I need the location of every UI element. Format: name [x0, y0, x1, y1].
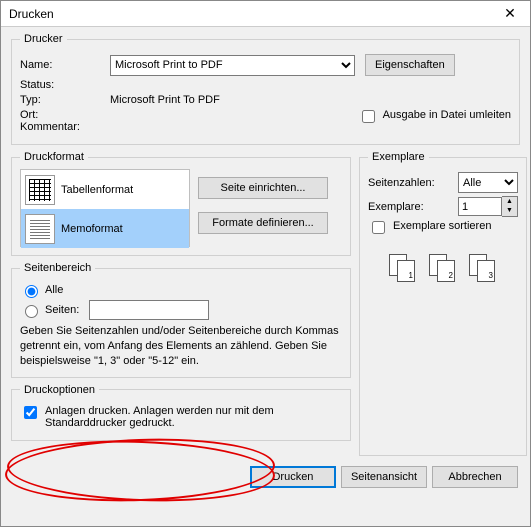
copies-group: Exemplare Seitenzahlen: Alle Exemplare: … [359, 151, 527, 456]
define-formats-button[interactable]: Formate definieren... [198, 212, 328, 234]
print-attachments-label: Anlagen drucken. Anlagen werden nur mit … [45, 405, 335, 429]
close-button[interactable]: ✕ [490, 1, 530, 27]
printer-group: Drucker Name: Microsoft Print to PDF Eig… [11, 33, 520, 145]
spin-down-button[interactable]: ▼ [502, 207, 517, 217]
print-options-group: Druckoptionen Anlagen drucken. Anlagen w… [11, 384, 351, 441]
spin-up-button[interactable]: ▲ [502, 197, 517, 207]
close-icon: ✕ [504, 5, 516, 22]
footer-buttons: Drucken Seitenansicht Abbrechen [11, 462, 520, 488]
page-range-hint: Geben Sie Seitenzahlen und/oder Seitenbe… [20, 324, 342, 369]
all-radio[interactable] [25, 285, 38, 298]
pages-label: Seitenzahlen: [368, 177, 458, 189]
titlebar: Drucken ✕ [1, 1, 530, 27]
comment-label: Kommentar: [20, 121, 110, 133]
copies-label: Exemplare: [368, 201, 458, 213]
pages-radio[interactable] [25, 305, 38, 318]
status-label: Status: [20, 79, 110, 91]
print-attachments-checkbox[interactable] [24, 406, 37, 419]
page-range-legend: Seitenbereich [20, 262, 95, 274]
type-value: Microsoft Print To PDF [110, 94, 220, 106]
print-dialog: Drucken ✕ Drucker Name: Microsoft Print … [0, 0, 531, 527]
name-label: Name: [20, 59, 110, 71]
options-legend: Druckoptionen [20, 384, 99, 396]
copies-input[interactable] [458, 197, 502, 216]
printer-select[interactable]: Microsoft Print to PDF [110, 55, 355, 76]
print-format-group: Druckformat Tabellenformat Memoformat [11, 151, 351, 256]
cancel-button[interactable]: Abbrechen [432, 466, 518, 488]
collate-label: Exemplare sortieren [393, 220, 491, 232]
printer-legend: Drucker [20, 33, 67, 45]
format-item-label: Tabellenformat [61, 184, 133, 196]
copies-spinner: ▲ ▼ [502, 196, 518, 217]
print-button[interactable]: Drucken [250, 466, 336, 488]
collate-checkbox[interactable] [372, 221, 385, 234]
location-label: Ort: [20, 109, 110, 121]
format-list: Tabellenformat Memoformat [20, 169, 190, 247]
format-item-label: Memoformat [61, 223, 123, 235]
format-item-memo[interactable]: Memoformat [21, 209, 189, 248]
page-range-group: Seitenbereich Alle Seiten: Geben Sie Sei… [11, 262, 351, 378]
properties-button[interactable]: Eigenschaften [365, 54, 455, 76]
redirect-file-label: Ausgabe in Datei umleiten [383, 109, 511, 121]
all-label: Alle [45, 284, 63, 296]
pages-input[interactable] [89, 300, 209, 320]
redirect-file-checkbox[interactable] [362, 110, 375, 123]
pages-radio-label: Seiten: [45, 304, 79, 316]
preview-button[interactable]: Seitenansicht [341, 466, 427, 488]
window-title: Drucken [9, 7, 54, 21]
copies-legend: Exemplare [368, 151, 429, 163]
format-legend: Druckformat [20, 151, 88, 163]
collate-preview: 11 22 33 [368, 240, 518, 284]
memo-format-icon [25, 214, 55, 244]
format-item-table[interactable]: Tabellenformat [21, 170, 189, 209]
table-format-icon [25, 175, 55, 205]
pages-select[interactable]: Alle [458, 172, 518, 193]
type-label: Typ: [20, 94, 110, 106]
page-setup-button[interactable]: Seite einrichten... [198, 177, 328, 199]
